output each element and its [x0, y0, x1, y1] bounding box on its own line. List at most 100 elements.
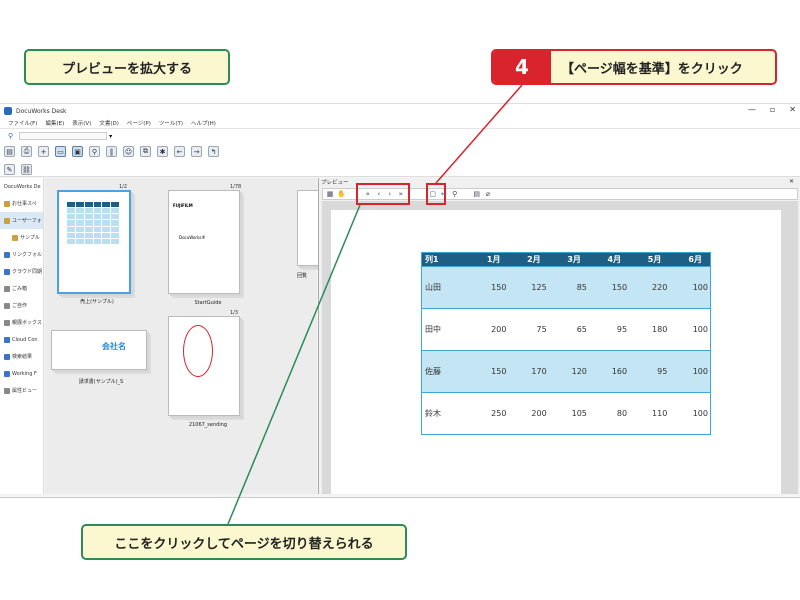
document-item[interactable]: 回覧: [297, 184, 319, 284]
main-toolbar: ▤ ⎙ + ▭ ▣ ⚲ ‖ ☺ ⧉ ✱ ← → ↰ ✎ ⛓: [0, 143, 800, 177]
table-cell: 95: [629, 350, 670, 393]
sidebar-item-search-results[interactable]: 検索結果: [0, 348, 43, 365]
menu-file[interactable]: ファイル(F): [8, 119, 37, 127]
stamp-icon[interactable]: ✱: [157, 146, 168, 157]
save-icon[interactable]: ▤: [473, 190, 481, 198]
thumbnail-cell: [111, 208, 119, 214]
table-header: 1月: [468, 252, 509, 267]
document-thumbnail[interactable]: 会社名: [51, 330, 147, 370]
thumbnail-cell: [93, 238, 102, 244]
sidebar-item-link-folder[interactable]: リンクフォル: [0, 246, 43, 263]
thumbnail-cell: [93, 214, 102, 220]
document-item[interactable]: 会社名 請求書(サンプル)_S: [51, 330, 151, 394]
menu-document[interactable]: 文書(D): [99, 119, 119, 127]
document-thumbnail[interactable]: [57, 190, 131, 294]
chevron-down-icon[interactable]: ▾: [109, 133, 112, 140]
step-callout: 4 【ページ幅を基準】をクリック: [491, 49, 777, 85]
thumbnail-cell: [102, 208, 111, 214]
sidebar-item-desk[interactable]: DocuWorks De: [0, 178, 43, 195]
preview-page: 列1 1月 2月 3月 4月 5月 6月 山田 150 125 85 150 2…: [331, 210, 781, 494]
forward-arrow-icon[interactable]: →: [191, 146, 202, 157]
thumbnail-cell: [102, 238, 111, 244]
document-item[interactable]: 1/3 21067_sending: [168, 310, 248, 434]
table-cell: 山田: [421, 266, 469, 309]
table-cell: 田中: [421, 308, 469, 351]
thumbnail-cell: [75, 232, 84, 238]
thumbnail-cell: [84, 208, 93, 214]
thumbnail-cell: [84, 202, 93, 208]
up-arrow-icon[interactable]: ↰: [208, 146, 219, 157]
print-icon[interactable]: ⎙: [21, 146, 32, 157]
zoom-icon[interactable]: ⚲: [89, 146, 100, 157]
window-controls: — ▫ ✕: [748, 105, 796, 114]
sidebar-item-working-folder[interactable]: Working F: [0, 365, 43, 382]
new-doc-icon[interactable]: +: [38, 146, 49, 157]
annotation-icon[interactable]: ✎: [4, 164, 15, 175]
split-icon[interactable]: ‖: [106, 146, 117, 157]
callout-bottom-text: ここをクリックしてページを切り替えられる: [114, 536, 374, 552]
menu-view[interactable]: 表示(V): [72, 119, 91, 127]
sidebar-item-user-folder[interactable]: ユーザーフォ: [0, 212, 43, 229]
thumbnail-cell: [75, 208, 84, 214]
thumbnail-cell: [67, 226, 75, 232]
minimize-button[interactable]: —: [748, 105, 756, 114]
table-cell: 100: [669, 350, 711, 393]
sidebar-item-confidential-box[interactable]: 親展ボックス: [0, 314, 43, 331]
thumbnail-view-icon[interactable]: ▭: [55, 146, 66, 157]
search-icon[interactable]: ⚲: [8, 132, 13, 140]
menu-page[interactable]: ページ(P): [127, 119, 151, 127]
document-thumbnail[interactable]: [168, 316, 240, 416]
menu-edit[interactable]: 編集(E): [45, 119, 64, 127]
copy-icon[interactable]: ⧉: [140, 146, 151, 157]
table-cell: 95: [588, 308, 630, 351]
thumbnail-cell: [75, 238, 84, 244]
sidebar-item-cloud-sync[interactable]: クラウド同期: [0, 263, 43, 280]
document-thumbnail[interactable]: FUJIFILM DocuWorks®: [168, 190, 240, 294]
close-button[interactable]: ✕: [789, 105, 796, 114]
preview-pane: プレビュー ✕ ▦ ✋ « ‹ › » ▢ ⇔ ⚲ ▤ ⌀ 列1 1月 2月 3…: [318, 178, 800, 494]
viewer-icon[interactable]: ▤: [4, 146, 15, 157]
table-cell: 150: [468, 350, 509, 393]
document-item[interactable]: 1/78 FUJIFILM DocuWorks® StartGuide: [168, 184, 248, 306]
window-title: DocuWorks Desk: [16, 107, 67, 115]
sidebar-item-cloud-connector[interactable]: Cloud Con: [0, 331, 43, 348]
thumbnail-product: DocuWorks®: [179, 235, 206, 240]
callout-title-text: プレビューを拡大する: [61, 61, 192, 77]
document-name: 売上(サンプル): [80, 299, 114, 305]
document-item[interactable]: 1/2 売上(サンプル): [57, 184, 137, 305]
attach-icon[interactable]: ⌀: [484, 190, 492, 198]
table-cell: 佐藤: [421, 350, 469, 393]
thumbnail-cell: [75, 214, 84, 220]
thumbnail-cell: [67, 238, 75, 244]
menu-help[interactable]: ヘルプ(H): [191, 119, 216, 127]
link-icon[interactable]: ⛓: [21, 164, 32, 175]
thumbnail-cell: [111, 238, 119, 244]
table-cell: 100: [669, 266, 711, 309]
title-bar: DocuWorks Desk — ▫ ✕: [0, 104, 800, 118]
sidebar-item-work-space[interactable]: お仕事スペ: [0, 195, 43, 212]
table-cell: 100: [669, 308, 711, 351]
preview-settings-icon[interactable]: ▦: [326, 190, 334, 198]
preview-title: プレビュー: [321, 180, 349, 186]
preview-view-icon[interactable]: ▣: [72, 146, 83, 157]
menu-tools[interactable]: ツール(T): [159, 119, 183, 127]
search-input[interactable]: [19, 132, 108, 140]
table-cell: 150: [588, 266, 630, 309]
zoom-icon[interactable]: ⚲: [451, 190, 459, 198]
cloud-icon: [4, 336, 10, 343]
sidebar-item-trash[interactable]: ごみ箱: [0, 280, 43, 297]
back-arrow-icon[interactable]: ←: [174, 146, 185, 157]
document-name: 回覧: [297, 273, 308, 279]
sidebar-item-attribute-view[interactable]: 属性ビュー: [0, 382, 43, 399]
fit-width-highlight: [426, 183, 446, 205]
sidebar-item-sample[interactable]: サンプル: [0, 229, 43, 246]
close-icon[interactable]: ✕: [789, 178, 794, 185]
hand-icon[interactable]: ✋: [337, 190, 346, 198]
document-thumbnail[interactable]: [297, 190, 319, 266]
sidebar-item-label: サンプル: [20, 235, 40, 241]
callout-bottom: ここをクリックしてページを切り替えられる: [81, 524, 407, 560]
sidebar-item-mine[interactable]: ご自作: [0, 297, 43, 314]
user-icon[interactable]: ☺: [123, 146, 134, 157]
maximize-button[interactable]: ▫: [770, 105, 775, 114]
preview-canvas[interactable]: 列1 1月 2月 3月 4月 5月 6月 山田 150 125 85 150 2…: [322, 201, 798, 494]
